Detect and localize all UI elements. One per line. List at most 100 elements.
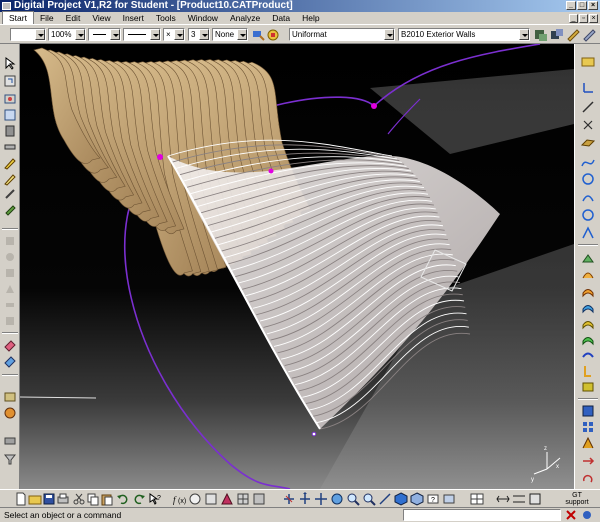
layer-tool-icon[interactable] — [3, 434, 17, 448]
conic-icon[interactable] — [581, 226, 595, 240]
offset-icon[interactable] — [581, 348, 595, 362]
doc-minimize-button[interactable]: _ — [569, 13, 578, 23]
measure-icon[interactable] — [582, 28, 596, 42]
pan-icon[interactable] — [314, 492, 328, 506]
disabled-tool-3-icon[interactable] — [3, 266, 17, 280]
extrude-icon[interactable] — [581, 252, 595, 266]
plane-tool-icon[interactable] — [580, 136, 596, 150]
paste-icon[interactable] — [100, 492, 114, 506]
command-input[interactable] — [403, 509, 561, 521]
formula-icon[interactable]: f (x) — [172, 492, 186, 506]
split-icon[interactable] — [581, 380, 595, 394]
revolve-icon[interactable] — [581, 268, 595, 282]
tree-icon[interactable] — [580, 509, 594, 521]
copy-icon[interactable] — [86, 492, 100, 506]
gt-support-label[interactable]: GT support — [562, 492, 592, 506]
fly-mode-icon[interactable] — [282, 492, 296, 506]
iso-view-icon[interactable] — [394, 492, 408, 506]
assembly-tool-2-icon[interactable] — [550, 28, 564, 42]
ruler-icon[interactable] — [566, 28, 580, 42]
multi-view-icon[interactable] — [470, 492, 484, 506]
stop-command-icon[interactable] — [564, 509, 578, 521]
catalog-icon[interactable] — [3, 406, 17, 420]
save-icon[interactable] — [42, 492, 56, 506]
disabled-tool-2-icon[interactable] — [3, 250, 17, 264]
pattern-icon[interactable] — [581, 420, 595, 434]
loft-icon[interactable] — [581, 316, 595, 330]
disabled-tool-1-icon[interactable] — [3, 234, 17, 248]
swap-space-icon[interactable] — [442, 492, 456, 506]
layer-number-combo[interactable]: 3 — [188, 28, 210, 41]
surface-format-combo[interactable]: Uniformat — [289, 28, 395, 41]
menu-data[interactable]: Data — [266, 12, 296, 24]
mesh-icon[interactable] — [236, 492, 250, 506]
grid-icon[interactable] — [3, 108, 17, 122]
measure-between-icon[interactable] — [496, 492, 510, 506]
menu-view[interactable]: View — [86, 12, 116, 24]
assembly-combo[interactable]: B2010 Exterior Walls — [398, 28, 530, 41]
menu-start[interactable]: Start — [2, 11, 34, 25]
line-type-combo[interactable] — [88, 28, 121, 41]
shading-icon[interactable] — [410, 492, 424, 506]
doc-close-button[interactable]: × — [589, 13, 598, 23]
close-button[interactable]: × — [588, 1, 598, 10]
catalog-browser-icon[interactable] — [204, 492, 218, 506]
sketch-icon[interactable] — [3, 92, 17, 106]
normal-view-icon[interactable] — [378, 492, 392, 506]
menu-window[interactable]: Window — [182, 12, 224, 24]
section-icon[interactable] — [252, 492, 266, 506]
new-document-icon[interactable] — [14, 492, 28, 506]
minimize-button[interactable]: _ — [566, 1, 576, 10]
control-point[interactable] — [371, 103, 377, 109]
measure-item-icon[interactable] — [512, 492, 526, 506]
arc-icon[interactable] — [581, 190, 595, 204]
point-symbol-combo[interactable]: × — [163, 28, 185, 41]
hide-show-icon[interactable]: ? — [426, 492, 440, 506]
filter-icon[interactable] — [3, 452, 17, 466]
3d-viewport[interactable]: x y z — [20, 44, 574, 489]
print-icon[interactable] — [56, 492, 70, 506]
zoom-out-icon[interactable] — [362, 492, 376, 506]
join-icon[interactable] — [581, 364, 595, 378]
eraser-icon[interactable] — [3, 338, 17, 352]
translate-icon[interactable] — [581, 454, 595, 468]
library-icon[interactable] — [3, 390, 17, 404]
product-icon[interactable] — [3, 74, 17, 88]
knowledge-icon[interactable] — [188, 492, 202, 506]
clean-icon[interactable] — [3, 354, 17, 368]
sketch-tool-icon[interactable] — [220, 492, 234, 506]
control-point[interactable] — [311, 431, 317, 437]
format-painter-icon[interactable] — [251, 28, 265, 42]
whats-this-icon[interactable]: ? — [148, 492, 162, 506]
zoom-combo[interactable]: 100% — [48, 28, 86, 41]
model-scene[interactable]: x y z — [20, 44, 574, 489]
menu-help[interactable]: Help — [296, 12, 325, 24]
transform-icon[interactable] — [3, 187, 17, 201]
disabled-tool-6-icon[interactable] — [3, 314, 17, 328]
menu-tools[interactable]: Tools — [150, 12, 182, 24]
edit-icon[interactable] — [3, 172, 17, 186]
paint-icon[interactable] — [3, 202, 17, 216]
folder-icon[interactable] — [581, 54, 595, 68]
slab-icon[interactable] — [3, 140, 17, 154]
extract-icon[interactable] — [581, 404, 595, 418]
spline-icon[interactable] — [581, 156, 595, 170]
sweep-icon[interactable] — [581, 284, 595, 298]
disabled-tool-5-icon[interactable] — [3, 298, 17, 312]
open-folder-icon[interactable] — [28, 492, 42, 506]
rotate-icon[interactable] — [581, 472, 595, 486]
line-tool-icon[interactable] — [581, 100, 595, 114]
line-thickness-combo[interactable] — [123, 28, 161, 41]
measure-inertia-icon[interactable] — [528, 492, 542, 506]
fill-color-combo[interactable] — [10, 28, 46, 41]
circle-icon[interactable] — [581, 208, 595, 222]
layer-combo[interactable]: None — [212, 28, 248, 41]
control-point[interactable] — [157, 154, 163, 160]
undo-icon[interactable] — [116, 492, 130, 506]
axis-icon[interactable] — [581, 80, 595, 94]
menu-edit[interactable]: Edit — [60, 12, 87, 24]
fit-all-icon[interactable] — [298, 492, 312, 506]
pencil-icon[interactable] — [3, 156, 17, 170]
redo-icon[interactable] — [132, 492, 146, 506]
assembly-tool-1-icon[interactable] — [534, 28, 548, 42]
